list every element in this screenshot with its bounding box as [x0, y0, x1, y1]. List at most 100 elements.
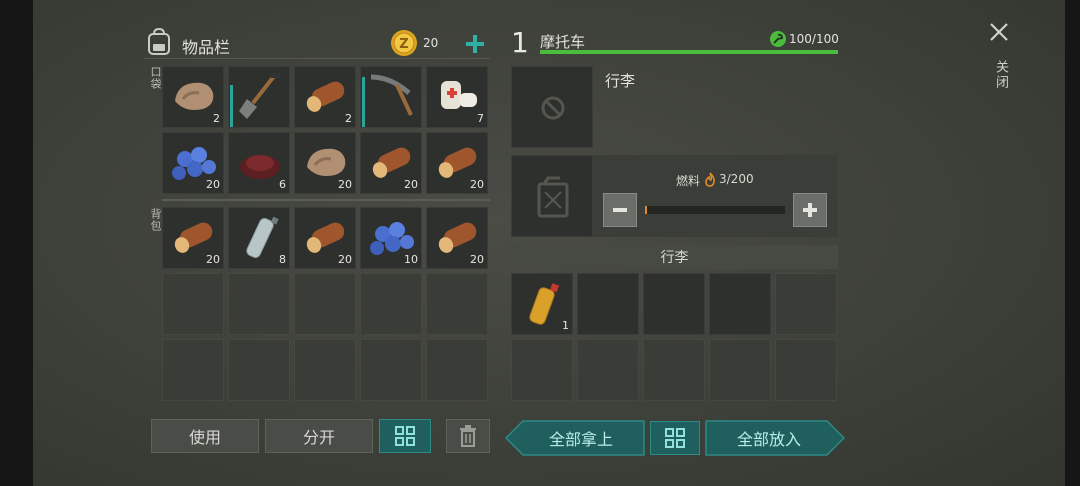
luggage-slot-empty[interactable] — [709, 273, 771, 335]
split-button[interactable]: 分开 — [265, 419, 373, 453]
item-count: 2 — [345, 112, 352, 125]
take-all-label: 全部拿上 — [548, 430, 613, 449]
luggage-section-header: 行李 — [511, 245, 838, 269]
game-screen: 物品栏 Z 20 口袋 背包 2 2 7 20 6 20 20 20 20 8 … — [33, 0, 1065, 486]
item-count: 20 — [206, 253, 220, 266]
backpack-slot-empty[interactable] — [426, 339, 488, 401]
item-count: 20 — [470, 253, 484, 266]
pocket-slot-stone[interactable]: 2 — [162, 66, 224, 128]
backpack-slot-empty[interactable] — [294, 339, 356, 401]
durability-bar-fill — [540, 50, 838, 54]
backpack-label: 背包 — [149, 208, 162, 232]
luggage-slot-empty[interactable] — [577, 273, 639, 335]
fuel-panel: 燃料 3/200 — [511, 155, 838, 237]
backpack-slot-water-bottle[interactable]: 8 — [228, 207, 290, 269]
backpack-slot-log[interactable]: 20 — [294, 207, 356, 269]
fuel-label: 燃料 — [676, 174, 701, 188]
inventory-header-divider — [144, 58, 490, 59]
trash-icon — [460, 425, 476, 447]
backpack-slot-log[interactable]: 20 — [426, 207, 488, 269]
fuel-slider-fill — [645, 206, 648, 214]
durability-bar-track — [540, 50, 838, 54]
backpack-slot-empty[interactable] — [162, 273, 224, 335]
item-count: 1 — [562, 319, 569, 332]
vehicle-level: 1 — [511, 26, 529, 59]
svg-text:Z: Z — [399, 37, 408, 52]
pocket-slot-seeds[interactable]: 6 — [228, 132, 290, 194]
vehicle-equipment-slot[interactable] — [511, 66, 593, 148]
backpack-slot-empty[interactable] — [426, 273, 488, 335]
luggage-section-label: 行李 — [660, 250, 689, 266]
pocket-slot-pickaxe[interactable] — [360, 66, 422, 128]
item-count: 10 — [404, 253, 418, 266]
backpack-slot-empty[interactable] — [162, 339, 224, 401]
vehicle-name: 摩托车 — [540, 33, 586, 51]
vehicle-durability: 100/100 — [789, 32, 839, 46]
pocket-label: 口袋 — [149, 66, 162, 90]
item-count: 7 — [477, 112, 484, 125]
item-count: 6 — [279, 178, 286, 191]
pocket-slot-blueberries[interactable]: 20 — [162, 132, 224, 194]
grid-icon — [665, 428, 685, 448]
flame-icon — [705, 172, 715, 187]
backpack-slot-empty[interactable] — [228, 339, 290, 401]
luggage-slot-empty[interactable] — [577, 339, 639, 401]
luggage-slot-empty[interactable] — [709, 339, 771, 401]
prohibited-icon — [541, 96, 565, 120]
backpack-slot-empty[interactable] — [228, 273, 290, 335]
shovel-icon — [239, 73, 281, 119]
water-bottle-icon — [246, 216, 279, 258]
pocket-slot-bandage[interactable]: 7 — [426, 66, 488, 128]
item-count: 20 — [338, 178, 352, 191]
luggage-slot-empty[interactable] — [511, 339, 573, 401]
sort-luggage-button[interactable] — [650, 421, 700, 455]
close-icon[interactable] — [989, 22, 1009, 42]
backpack-slot-log[interactable]: 20 — [162, 207, 224, 269]
fuel-increase-button[interactable] — [793, 193, 827, 227]
put-all-button[interactable]: 全部放入 — [705, 420, 845, 456]
luggage-slot-empty[interactable] — [643, 273, 705, 335]
luggage-slot-empty[interactable] — [643, 339, 705, 401]
backpack-icon — [148, 28, 170, 55]
pocket-slot-log[interactable]: 20 — [360, 132, 422, 194]
durability-bar — [362, 77, 365, 127]
backpack-slot-blueberries[interactable]: 10 — [360, 207, 422, 269]
item-count: 20 — [338, 253, 352, 266]
luggage-slot-empty[interactable] — [775, 339, 837, 401]
add-coins-button[interactable] — [464, 33, 486, 55]
item-count: 20 — [470, 178, 484, 191]
trash-button[interactable] — [446, 419, 490, 453]
sort-inventory-button[interactable] — [379, 419, 431, 453]
pocket-slot-log[interactable]: 20 — [426, 132, 488, 194]
coin-count: 20 — [423, 36, 439, 50]
pocket-slot-stone[interactable]: 20 — [294, 132, 356, 194]
take-all-button[interactable]: 全部拿上 — [505, 420, 645, 456]
luggage-slot-fuel-bottle[interactable]: 1 — [511, 273, 573, 335]
fuel-can-slot[interactable] — [511, 155, 593, 237]
pocket-slot-shovel[interactable] — [228, 66, 290, 128]
pickaxe-icon — [370, 74, 413, 116]
backpack-slot-empty[interactable] — [294, 273, 356, 335]
wrench-icon — [770, 31, 786, 47]
use-button[interactable]: 使用 — [151, 419, 259, 453]
backpack-slot-empty[interactable] — [360, 339, 422, 401]
durability-bar — [230, 85, 233, 127]
plus-icon — [803, 203, 817, 217]
inventory-header: 物品栏 Z 20 — [146, 28, 491, 62]
put-all-label: 全部放入 — [736, 430, 801, 449]
seeds-icon — [240, 155, 280, 179]
backpack-slot-empty[interactable] — [360, 273, 422, 335]
item-count: 20 — [206, 178, 220, 191]
pocket-backpack-divider — [162, 199, 490, 201]
item-count: 8 — [279, 253, 286, 266]
pocket-slot-log[interactable]: 2 — [294, 66, 356, 128]
fuel-value: 3/200 — [719, 172, 754, 186]
luggage-title: 行李 — [605, 72, 636, 90]
item-count: 2 — [213, 112, 220, 125]
fuel-decrease-button[interactable] — [603, 193, 637, 227]
jerrycan-icon — [537, 176, 569, 218]
fuel-bottle-icon — [529, 283, 560, 325]
fuel-slider-track[interactable] — [645, 206, 785, 214]
luggage-slot-empty[interactable] — [775, 273, 837, 335]
close-label[interactable]: 关闭 — [991, 60, 1010, 90]
